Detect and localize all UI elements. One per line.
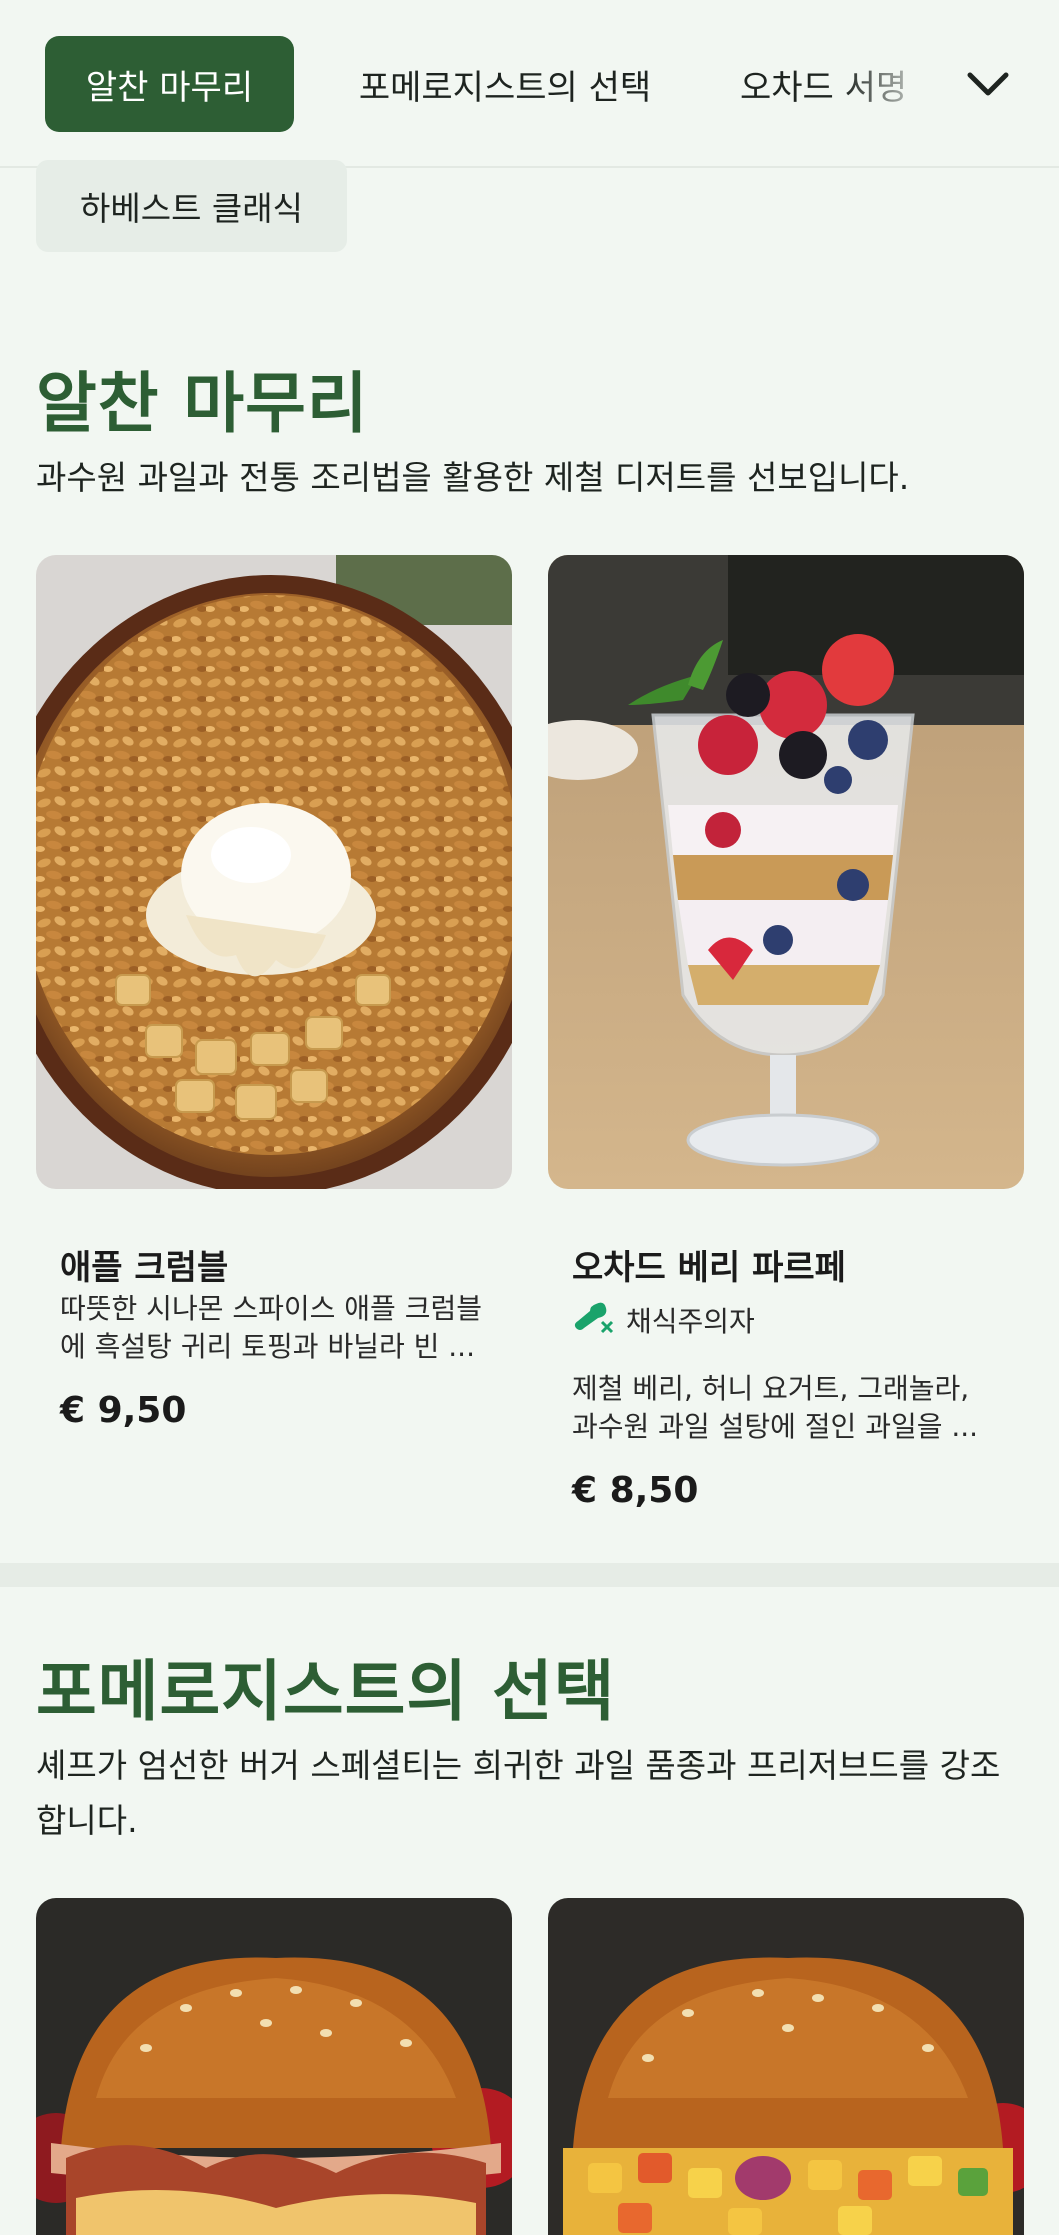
bacon-burger-image[interactable] bbox=[36, 1898, 512, 2235]
section-title: 알찬 마무리 bbox=[36, 365, 369, 442]
item-description: 제철 베리, 허니 요거트, 그래놀라, 과수원 과일 설탕에 절인 과일을 .… bbox=[572, 1372, 979, 1443]
apple-crumble-image[interactable] bbox=[36, 555, 512, 1189]
section-description: 셰프가 엄선한 버거 스페셜티는 희귀한 과일 품종과 프리저브드를 강조합니다… bbox=[36, 1746, 1001, 1840]
tab-overflow-fade bbox=[842, 36, 962, 132]
item-price: € 9,50 bbox=[60, 1390, 187, 1431]
fruit-salsa-burger-image[interactable] bbox=[548, 1898, 1024, 2235]
item-description: 따뜻한 시나몬 스파이스 애플 크럼블에 흑설탕 귀리 토핑과 바닐라 빈 ..… bbox=[60, 1292, 483, 1363]
berry-parfait-image[interactable] bbox=[548, 555, 1024, 1189]
vegetarian-drumstick-crossed-icon bbox=[570, 1298, 614, 1341]
tab-hearty-finish[interactable]: 알찬 마무리 bbox=[45, 36, 294, 132]
chevron-down-icon[interactable] bbox=[964, 62, 1012, 106]
tab-pomologist-choice[interactable]: 포메로지스트의 선택 bbox=[338, 36, 672, 132]
section-title: 포메로지스트의 선택 bbox=[36, 1653, 616, 1730]
category-nav: 알찬 마무리 포메로지스트의 선택 오차드 서명 bbox=[0, 0, 1059, 168]
item-name[interactable]: 애플 크럼블 bbox=[60, 1240, 228, 1289]
item-price: € 8,50 bbox=[572, 1470, 699, 1511]
tab-harvest-classic[interactable]: 하베스트 클래식 bbox=[36, 160, 347, 252]
vegetarian-badge: 채식주의자 bbox=[570, 1298, 755, 1341]
section-description: 과수원 과일과 전통 조리법을 활용한 제철 디저트를 선보입니다. bbox=[36, 458, 910, 497]
item-name[interactable]: 오차드 베리 파르페 bbox=[572, 1240, 846, 1289]
section-divider bbox=[0, 1563, 1059, 1587]
badge-label: 채식주의자 bbox=[626, 1304, 755, 1338]
